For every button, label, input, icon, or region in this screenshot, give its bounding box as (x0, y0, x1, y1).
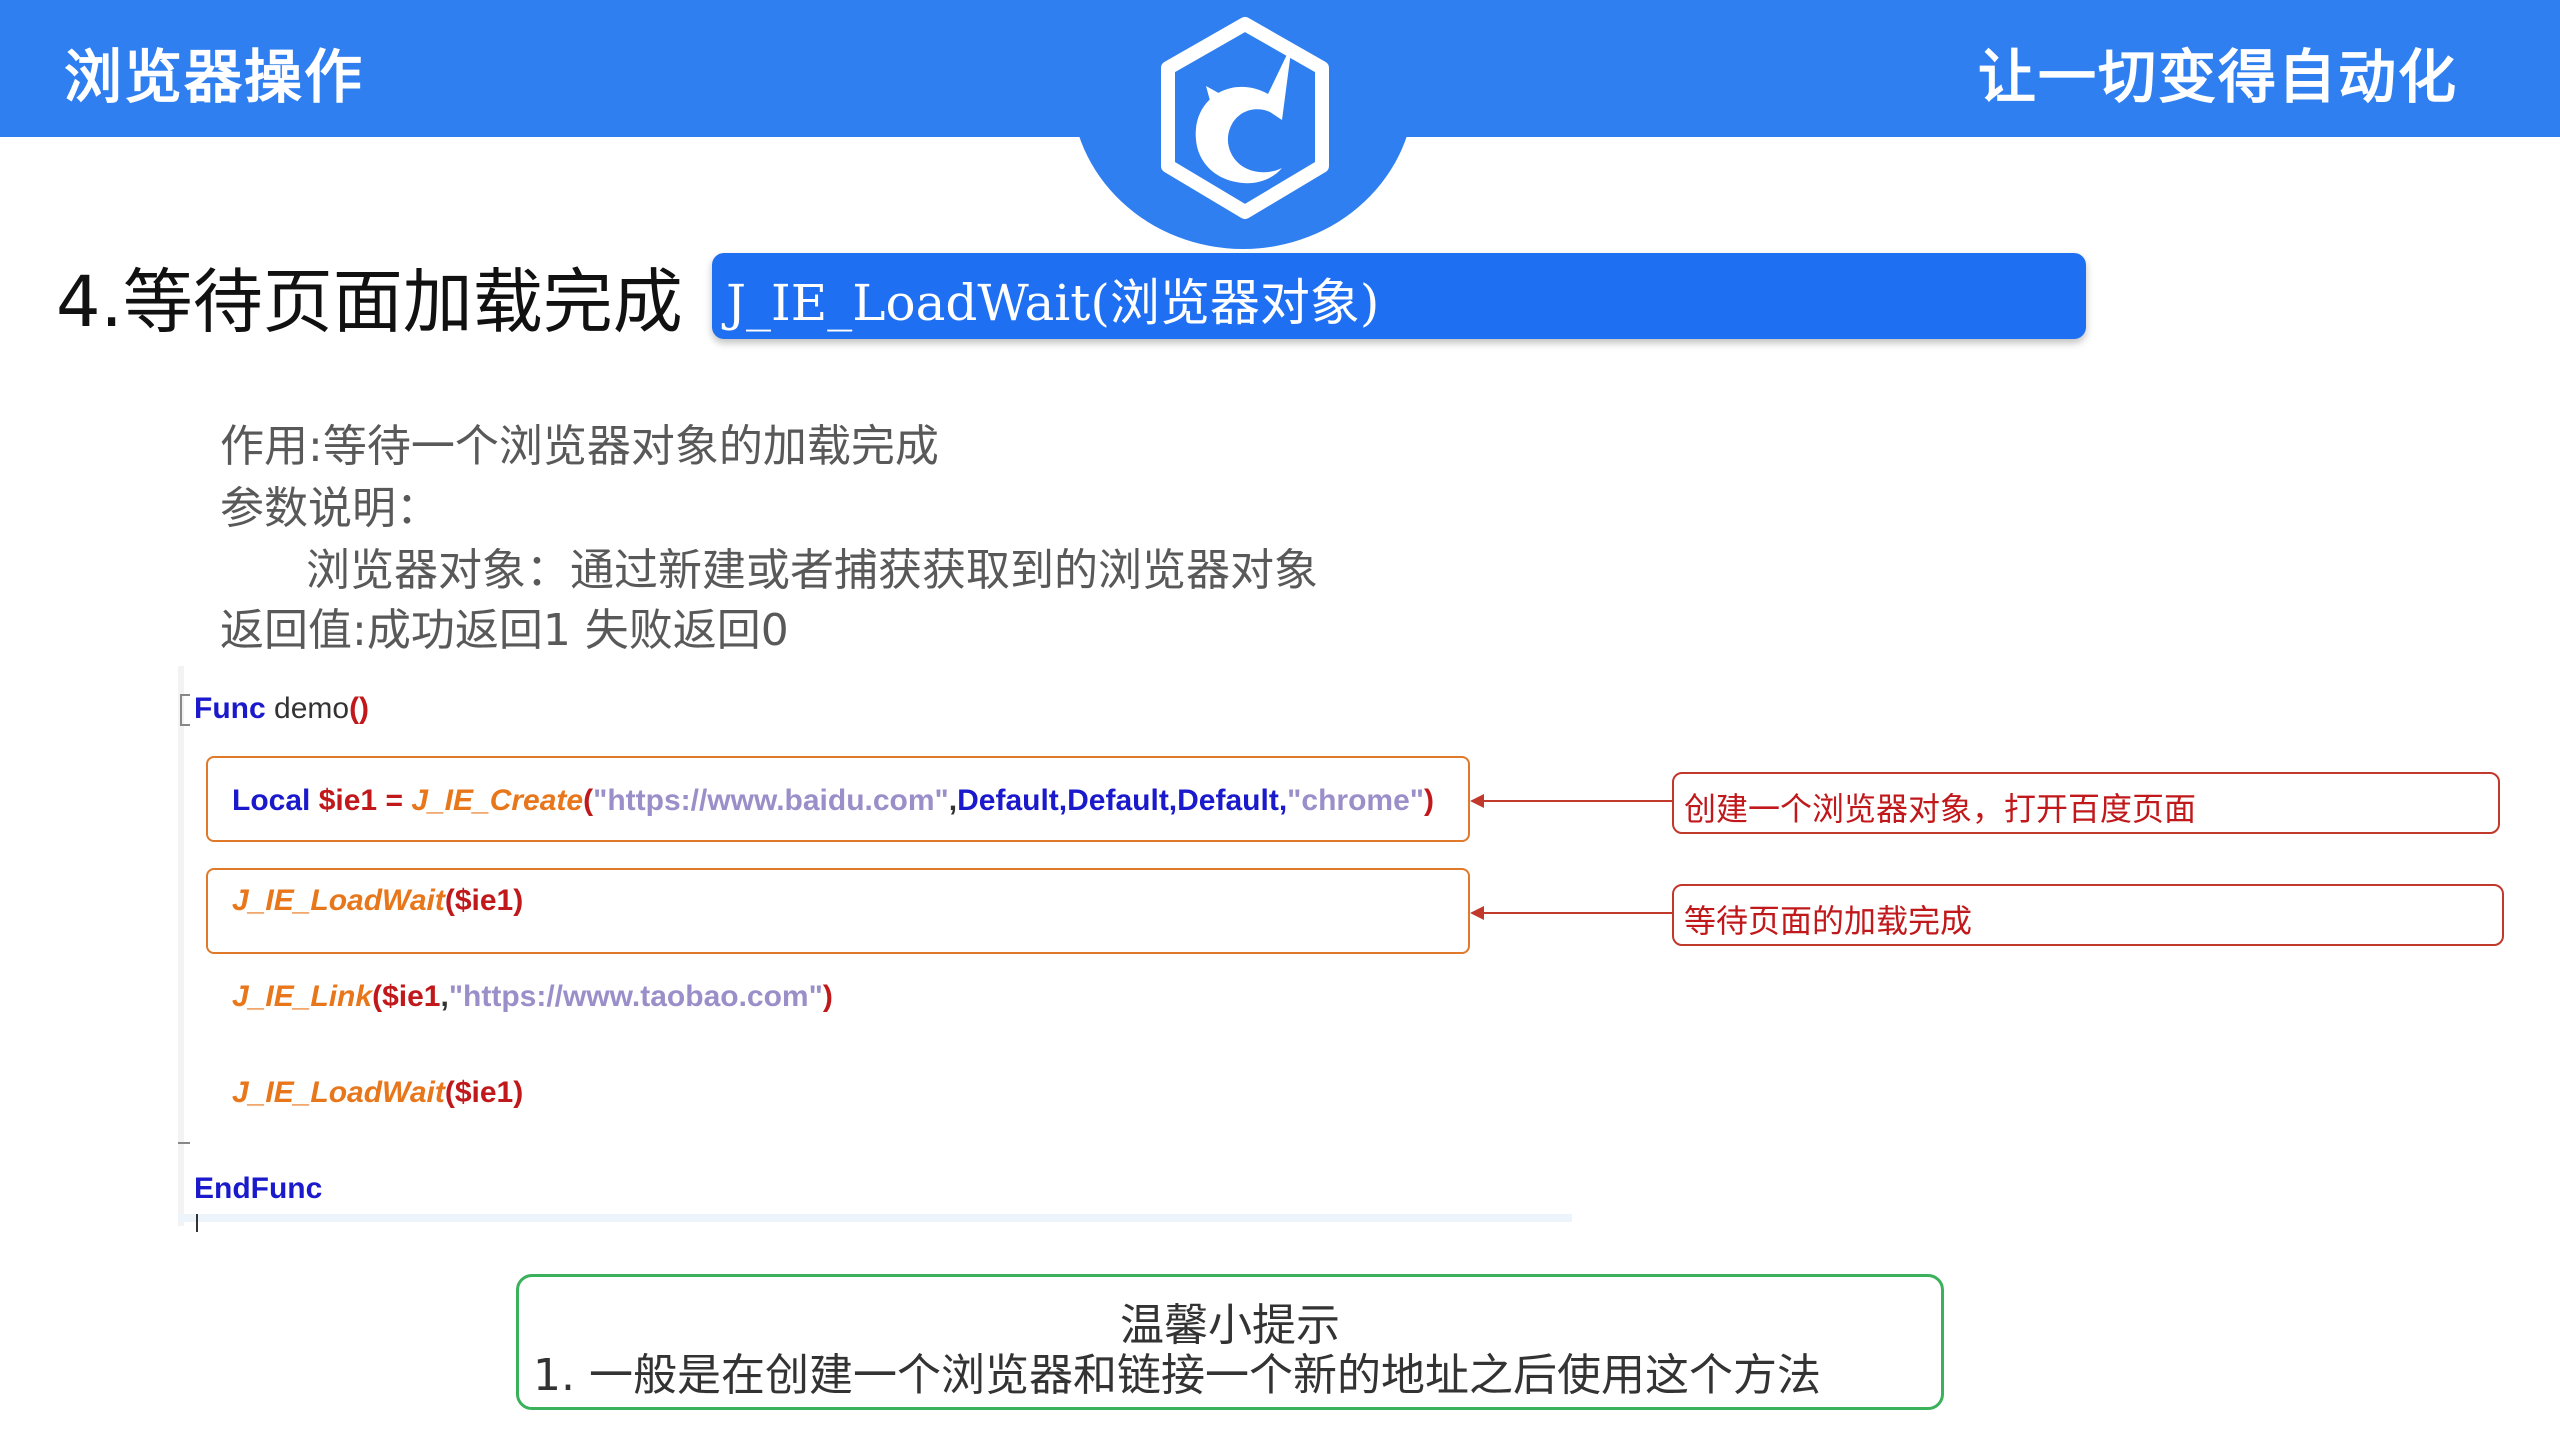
fn-create: J_IE_Create (411, 784, 584, 817)
header-left-title: 浏览器操作 (64, 43, 365, 111)
open-paren: ( (583, 784, 594, 817)
fold-end-marker (178, 1142, 190, 1144)
function-signature-banner: J_IE_LoadWait(浏览器对象) (712, 253, 2086, 339)
header-right-title: 让一切变得自动化 (1977, 43, 2458, 111)
close-paren: ) (513, 1076, 524, 1109)
var-ie1: $ie1 (318, 784, 378, 817)
function-signature: J_IE_LoadWait(浏览器对象) (726, 274, 1380, 332)
func-parens: () (349, 692, 370, 725)
code-line-loadwait-1: J_IE_LoadWait($ie1) (232, 884, 523, 918)
close-paren: ) (822, 980, 833, 1013)
annotation-arrow-head (1470, 906, 1484, 920)
annotation-arrow-line (1482, 800, 1672, 802)
annotation-loadwait-text: 等待页面的加载完成 (1684, 902, 1973, 940)
assign-operator: = (385, 784, 403, 817)
code-line-link: J_IE_Link($ie1,"https://www.taobao.com") (232, 980, 833, 1014)
text-cursor (196, 1214, 198, 1232)
annotation-arrow-head (1470, 794, 1484, 808)
open-paren: ( (444, 1076, 455, 1109)
section-title: 4.等待页面加载完成 (56, 261, 683, 343)
return-value-text: 返回值:成功返回1 失败返回0 (220, 605, 789, 656)
var-ie1: $ie1 (382, 980, 441, 1013)
code-line-create: Local $ie1 = J_IE_Create("https://www.ba… (232, 784, 1434, 818)
code-line-func: Func demo() (194, 692, 369, 726)
tip-line: 1. 一般是在创建一个浏览器和链接一个新的地址之后使用这个方法 (533, 1350, 1821, 1401)
arg-taobao-url: "https://www.taobao.com" (448, 980, 823, 1013)
annotation-create-text: 创建一个浏览器对象，打开百度页面 (1684, 790, 2197, 828)
params-label: 参数说明： (220, 483, 440, 534)
default-args: Default,Default,Default, (957, 784, 1288, 817)
comma: , (440, 980, 449, 1013)
fold-marker (180, 694, 190, 726)
code-line-endfunc: EndFunc (194, 1172, 322, 1206)
fn-link: J_IE_Link (232, 980, 373, 1013)
close-paren: ) (513, 884, 524, 917)
annotation-create: 创建一个浏览器对象，打开百度页面 (1672, 772, 2500, 834)
local-keyword: Local (232, 784, 311, 817)
code-line-loadwait-2: J_IE_LoadWait($ie1) (232, 1076, 523, 1110)
open-paren: ( (444, 884, 455, 917)
close-paren: ) (1423, 784, 1434, 817)
annotation-loadwait: 等待页面的加载完成 (1672, 884, 2504, 946)
arg-chrome: "chrome" (1287, 784, 1424, 817)
func-name: demo (274, 692, 350, 725)
tip-box: 温馨小提示 1. 一般是在创建一个浏览器和链接一个新的地址之后使用这个方法 (516, 1274, 1944, 1410)
comma: , (948, 784, 958, 817)
param-detail: 浏览器对象：通过新建或者捕获获取到的浏览器对象 (306, 545, 1318, 596)
code-current-line (178, 1214, 1572, 1222)
slide: 浏览器操作 让一切变得自动化 4.等待页面加载完成 J_IE_LoadWait(… (0, 0, 2560, 1440)
purpose-text: 作用:等待一个浏览器对象的加载完成 (220, 421, 939, 472)
unicorn-logo-icon (1161, 17, 1329, 219)
fn-loadwait: J_IE_LoadWait (232, 1076, 445, 1109)
endfunc-keyword: EndFunc (194, 1172, 323, 1205)
var-ie1: $ie1 (454, 1076, 514, 1109)
code-screenshot: Func demo() Local $ie1 = J_IE_Create("ht… (178, 666, 1572, 1232)
fn-loadwait: J_IE_LoadWait (232, 884, 445, 917)
arg-baidu-url: "https://www.baidu.com" (593, 784, 949, 817)
func-keyword: Func (194, 692, 266, 725)
annotation-arrow-line (1482, 912, 1672, 914)
open-paren: ( (372, 980, 383, 1013)
var-ie1: $ie1 (454, 884, 514, 917)
